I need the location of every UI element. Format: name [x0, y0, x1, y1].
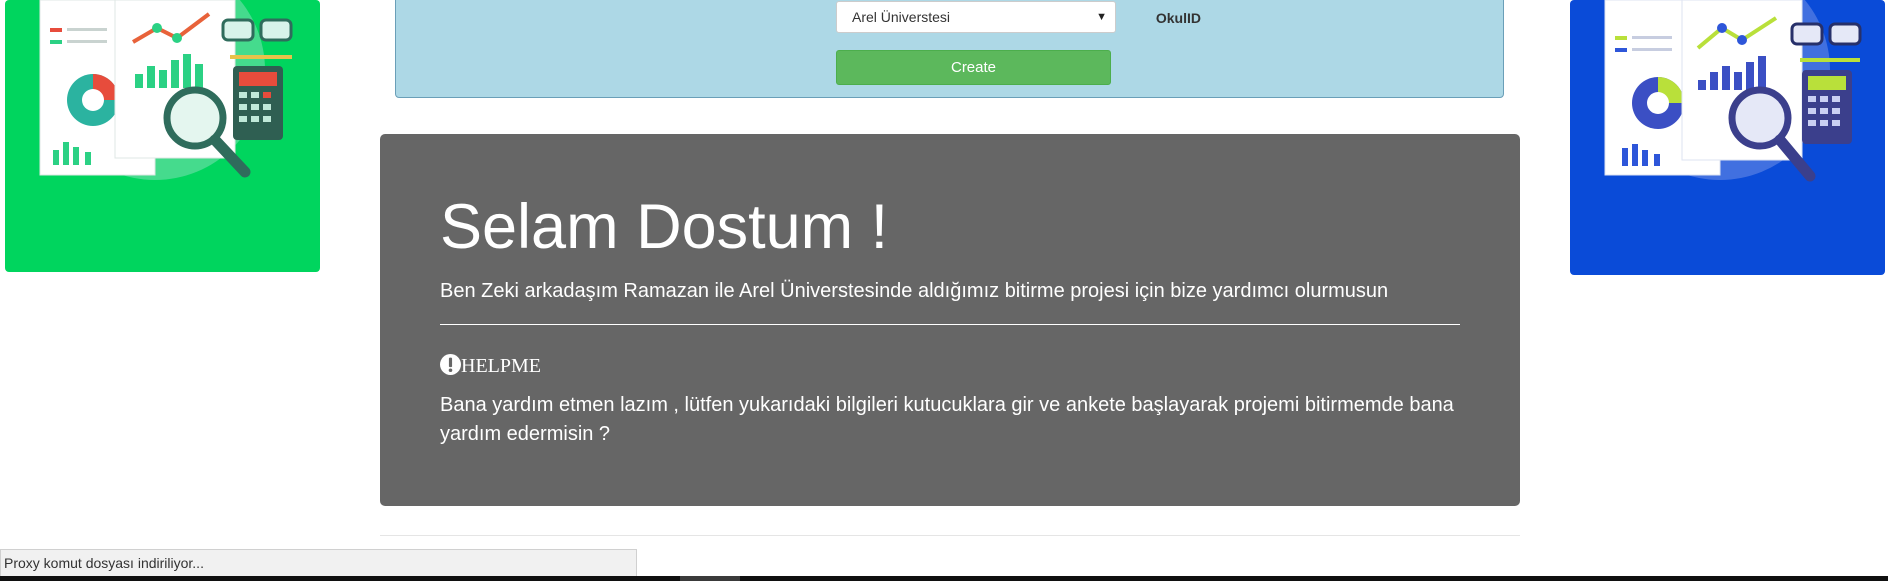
create-button[interactable]: Create	[836, 50, 1111, 85]
taskbar-item[interactable]	[680, 576, 740, 581]
lead-text: Ben Zeki arkadaşım Ramazan ile Arel Üniv…	[440, 280, 1389, 302]
page-title: Selam Dostum !	[440, 192, 889, 262]
right-analytics-illustration	[1570, 0, 1885, 275]
exclamation-circle-icon	[440, 354, 461, 375]
okul-id-select[interactable]: Arel Üniverstesi ▼	[836, 1, 1116, 33]
okul-id-selected-value: Arel Üniverstesi	[852, 9, 951, 25]
taskbar	[0, 576, 1888, 581]
help-heading-text: HELPME	[461, 355, 541, 377]
footer-divider	[380, 535, 1520, 536]
create-form-panel: OkulID Arel Üniverstesi ▼ Create	[395, 0, 1504, 98]
left-analytics-illustration	[5, 0, 320, 272]
divider	[440, 324, 1460, 325]
help-heading: HELPME	[440, 354, 541, 377]
welcome-jumbotron: Selam Dostum ! Ben Zeki arkadaşım Ramaza…	[380, 134, 1520, 506]
help-body-text: Bana yardım etmen lazım , lütfen yukarıd…	[440, 394, 1454, 445]
dropdown-arrow-icon: ▼	[1096, 11, 1107, 23]
browser-status-bubble: Proxy komut dosyası indiriliyor...	[0, 549, 637, 577]
